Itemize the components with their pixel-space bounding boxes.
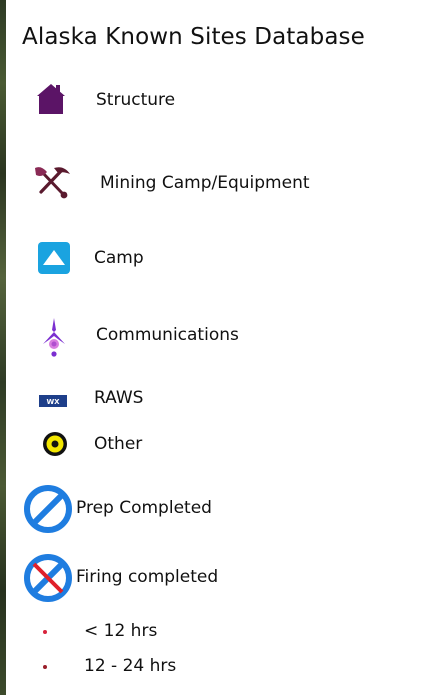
legend-item-firing-completed: Firing completed: [6, 553, 425, 603]
legend-item-communications: Communications: [6, 318, 425, 360]
legend-item-prep-completed: Prep Completed: [6, 484, 425, 534]
legend-item-raws: WX RAWS: [6, 386, 425, 414]
legend-label: Firing completed: [76, 567, 219, 587]
tent-icon: [38, 242, 70, 278]
legend-label: Communications: [96, 325, 239, 345]
legend-label: Mining Camp/Equipment: [100, 173, 310, 193]
weather-station-icon: WX: [39, 392, 67, 411]
legend-item-camp: Camp: [6, 241, 425, 281]
house-icon: [36, 82, 66, 120]
prep-completed-icon: [23, 484, 73, 538]
legend-label: 12 - 24 hrs: [84, 656, 177, 676]
legend-item-other: Other: [6, 430, 425, 460]
svg-text:WX: WX: [46, 398, 60, 406]
target-icon: [42, 431, 68, 461]
legend-label: Camp: [94, 248, 144, 268]
legend-label: Other: [94, 434, 143, 454]
legend-title: Alaska Known Sites Database: [22, 24, 365, 50]
legend-item-structure: Structure: [6, 82, 425, 122]
antenna-icon: [39, 318, 69, 362]
legend-item-lt-12-hrs: < 12 hrs: [6, 620, 425, 644]
legend-label: Prep Completed: [76, 498, 212, 518]
pick-shovel-icon: [32, 164, 72, 204]
legend-label: < 12 hrs: [84, 621, 158, 641]
legend-label: Structure: [96, 90, 176, 110]
legend-panel: Alaska Known Sites Database Structure Mi…: [6, 0, 425, 695]
small-dot-icon: [43, 665, 47, 669]
firing-completed-icon: [23, 553, 73, 607]
legend-label: RAWS: [94, 388, 144, 408]
small-dot-icon: [43, 630, 47, 634]
legend-item-12-24-hrs: 12 - 24 hrs: [6, 655, 425, 679]
legend-item-mining-camp: Mining Camp/Equipment: [6, 164, 425, 204]
